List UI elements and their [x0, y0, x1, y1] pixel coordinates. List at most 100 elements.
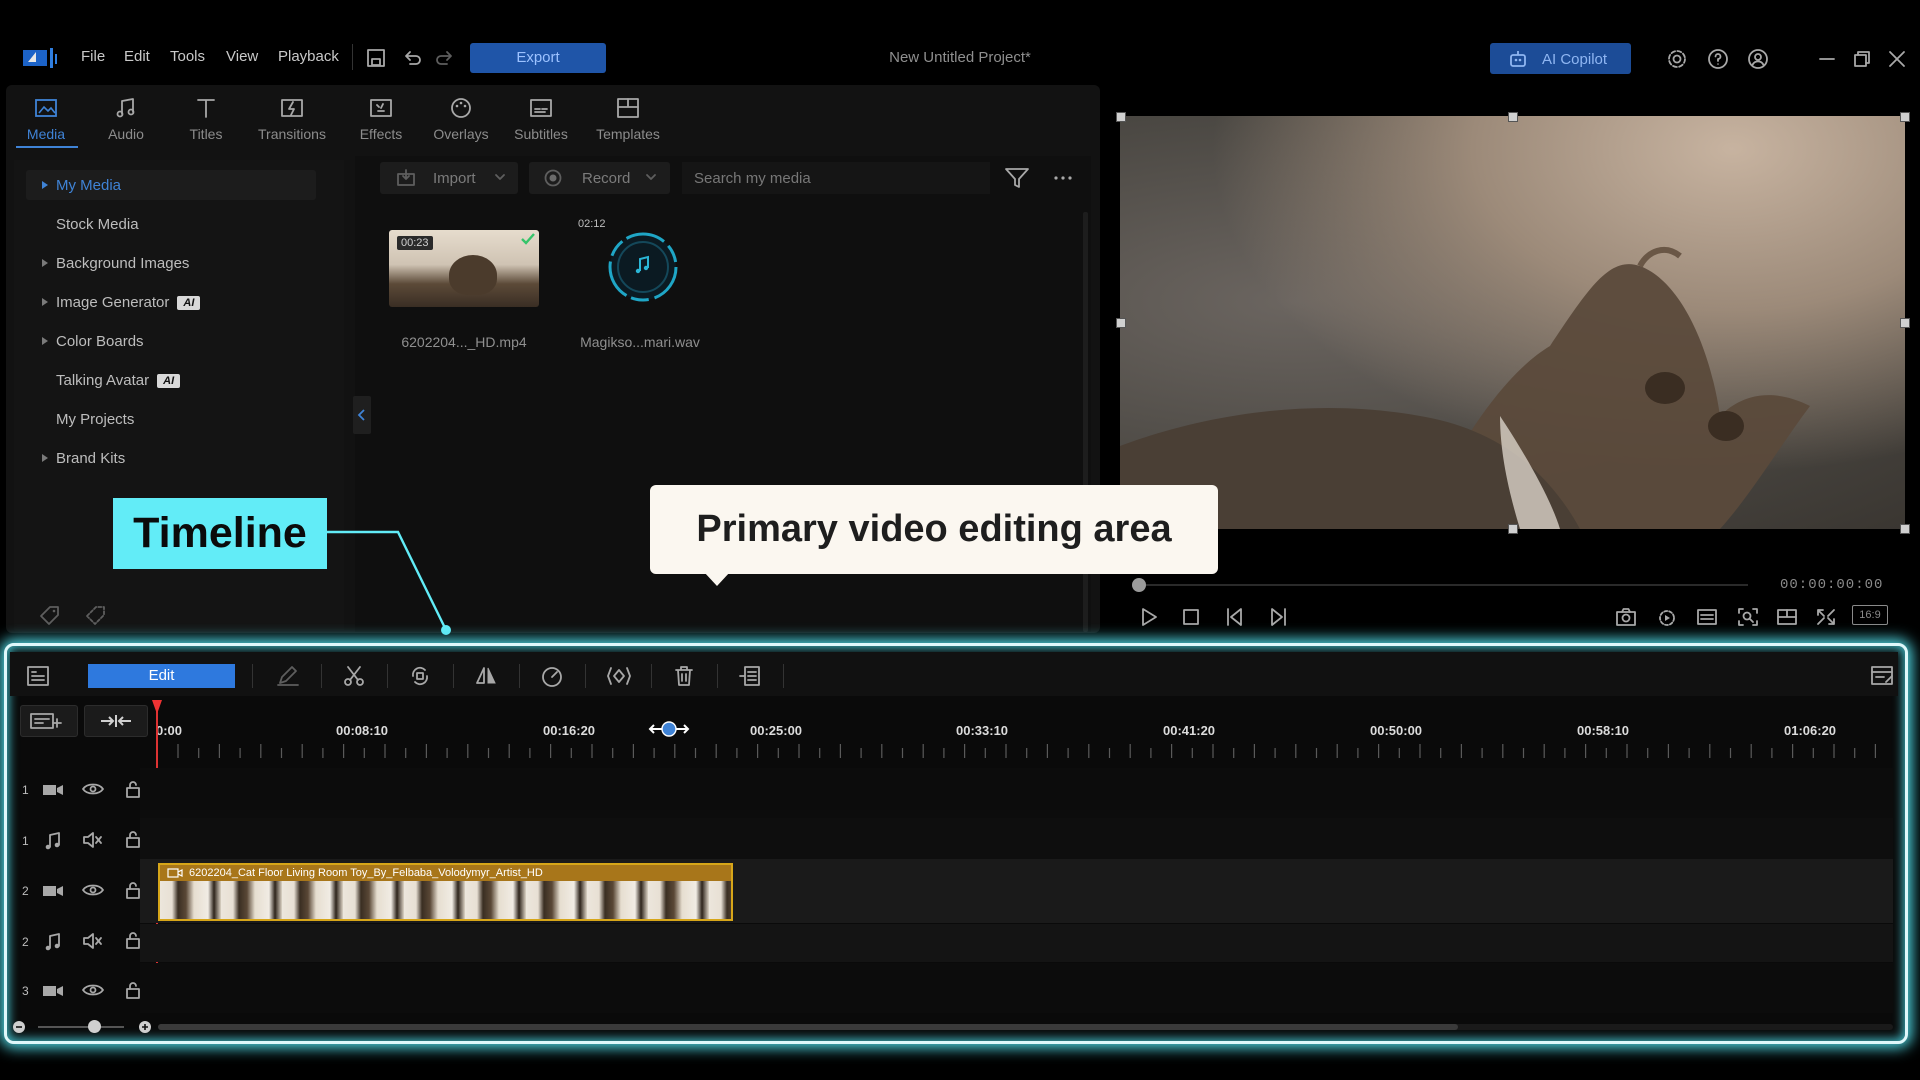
collapse-panel-button[interactable] [353, 396, 371, 434]
sidebar-item-background-images[interactable]: Background Images [42, 255, 189, 272]
sidebar-item-image-generator[interactable]: Image Generator AI [42, 294, 201, 311]
zoom-preview-icon[interactable] [1737, 607, 1759, 627]
playback-quality-icon[interactable] [1656, 606, 1678, 628]
audio-disc-icon [608, 232, 678, 302]
remove-tag-icon[interactable] [84, 604, 108, 628]
track-row-video-3[interactable] [140, 963, 1893, 1013]
filter-icon[interactable] [1004, 166, 1030, 190]
undo-icon[interactable] [402, 48, 422, 68]
playback-slider-thumb[interactable] [1132, 578, 1146, 592]
sidebar-item-talking-avatar[interactable]: Talking Avatar AI [56, 372, 181, 389]
fullscreen-icon[interactable] [1815, 607, 1837, 627]
tab-titles[interactable]: Titles [168, 96, 244, 142]
zoom-slider-track[interactable] [38, 1026, 124, 1028]
pen-icon[interactable] [276, 665, 300, 687]
resize-handle[interactable] [1508, 112, 1518, 122]
keyframe-icon[interactable] [606, 665, 632, 687]
tools-menu-icon[interactable] [738, 665, 762, 687]
settings-gear-icon[interactable] [1666, 48, 1688, 70]
resize-handle[interactable] [1900, 318, 1910, 328]
help-icon[interactable] [1707, 48, 1729, 70]
video-clip[interactable]: 6202204_Cat Floor Living Room Toy_By_Fel… [158, 863, 733, 921]
export-button[interactable]: Export [470, 43, 606, 73]
speaker-icon[interactable] [82, 932, 104, 950]
tab-audio[interactable]: Audio [88, 96, 164, 142]
storyboard-icon[interactable] [26, 665, 50, 687]
split-view-icon[interactable] [1776, 607, 1798, 627]
trash-icon[interactable] [672, 665, 696, 687]
crop-rotate-icon[interactable] [408, 665, 432, 687]
resize-handle[interactable] [1508, 524, 1518, 534]
audio-thumbnail[interactable]: 02:12 [568, 218, 712, 308]
eye-icon[interactable] [82, 882, 104, 898]
lock-icon[interactable] [124, 780, 142, 798]
playback-slider-track[interactable] [1138, 584, 1748, 586]
track-manager-button[interactable] [20, 705, 78, 737]
sidebar-item-color-boards[interactable]: Color Boards [42, 333, 144, 350]
tab-effects[interactable]: Effects [343, 96, 419, 142]
redo-icon[interactable] [435, 48, 455, 68]
menu-file[interactable]: File [81, 48, 105, 65]
video-preview[interactable] [1120, 116, 1905, 529]
track-row-video-1[interactable] [140, 768, 1893, 818]
zoom-in-icon[interactable] [138, 1020, 152, 1034]
lock-icon[interactable] [124, 881, 142, 899]
snapshot-camera-icon[interactable] [1615, 607, 1637, 627]
edit-button[interactable]: Edit [88, 664, 235, 688]
resize-handle[interactable] [1116, 318, 1126, 328]
zoom-slider-thumb[interactable] [88, 1020, 101, 1033]
lock-icon[interactable] [124, 931, 142, 949]
scissors-icon[interactable] [342, 665, 366, 687]
tab-transitions[interactable]: Transitions [254, 96, 330, 142]
tab-templates[interactable]: Templates [590, 96, 666, 142]
ai-copilot-button[interactable]: AI Copilot [1490, 43, 1631, 74]
track-row-audio-2[interactable] [140, 924, 1893, 962]
lock-icon[interactable] [124, 981, 142, 999]
sidebar-item-my-media[interactable]: My Media [42, 177, 121, 194]
timeline-settings-icon[interactable] [1870, 664, 1896, 688]
account-icon[interactable] [1747, 48, 1769, 70]
zoom-out-icon[interactable] [12, 1020, 26, 1034]
tab-media[interactable]: Media [8, 96, 84, 142]
tab-overlays[interactable]: Overlays [423, 96, 499, 142]
more-options-icon[interactable] [1052, 168, 1074, 188]
playhead-marker[interactable] [152, 700, 162, 714]
speed-icon[interactable] [540, 665, 564, 687]
timeline-scrollbar-thumb[interactable] [158, 1024, 1458, 1030]
menu-playback[interactable]: Playback [278, 48, 339, 65]
sidebar-item-stock-media[interactable]: Stock Media [56, 216, 139, 233]
next-frame-icon[interactable] [1264, 606, 1288, 628]
previous-frame-icon[interactable] [1225, 606, 1249, 628]
menu-view[interactable]: View [226, 48, 258, 65]
add-tag-icon[interactable] [38, 604, 62, 628]
import-button[interactable]: Import [380, 162, 518, 194]
playhead-drag-handle[interactable] [648, 719, 690, 739]
lock-icon[interactable] [124, 830, 142, 848]
menu-edit[interactable]: Edit [124, 48, 150, 65]
restore-icon[interactable] [1853, 50, 1871, 68]
tab-subtitles[interactable]: Subtitles [503, 96, 579, 142]
search-media-input[interactable] [682, 162, 990, 194]
record-button[interactable]: Record [529, 162, 670, 194]
tab-media-label: Media [26, 126, 66, 142]
close-icon[interactable] [1888, 50, 1906, 68]
eye-icon[interactable] [82, 781, 104, 797]
fit-timeline-button[interactable] [84, 705, 148, 737]
stop-icon[interactable] [1181, 607, 1201, 627]
menu-tools[interactable]: Tools [170, 48, 205, 65]
toolbar-divider [252, 664, 253, 688]
resize-handle[interactable] [1900, 112, 1910, 122]
sidebar-item-my-projects[interactable]: My Projects [56, 411, 134, 428]
sidebar-item-brand-kits[interactable]: Brand Kits [42, 450, 125, 467]
minimize-icon[interactable] [1818, 50, 1836, 68]
video-thumbnail[interactable]: 00:23 [389, 230, 539, 307]
save-icon[interactable] [366, 48, 386, 68]
flip-icon[interactable] [474, 665, 498, 687]
resize-handle[interactable] [1900, 524, 1910, 534]
aspect-ratio-button[interactable]: 16:9 [1852, 605, 1888, 625]
eye-icon[interactable] [82, 982, 104, 998]
play-icon[interactable] [1138, 606, 1160, 628]
captions-icon[interactable] [1696, 607, 1718, 627]
resize-handle[interactable] [1116, 112, 1126, 122]
speaker-icon[interactable] [82, 831, 104, 849]
